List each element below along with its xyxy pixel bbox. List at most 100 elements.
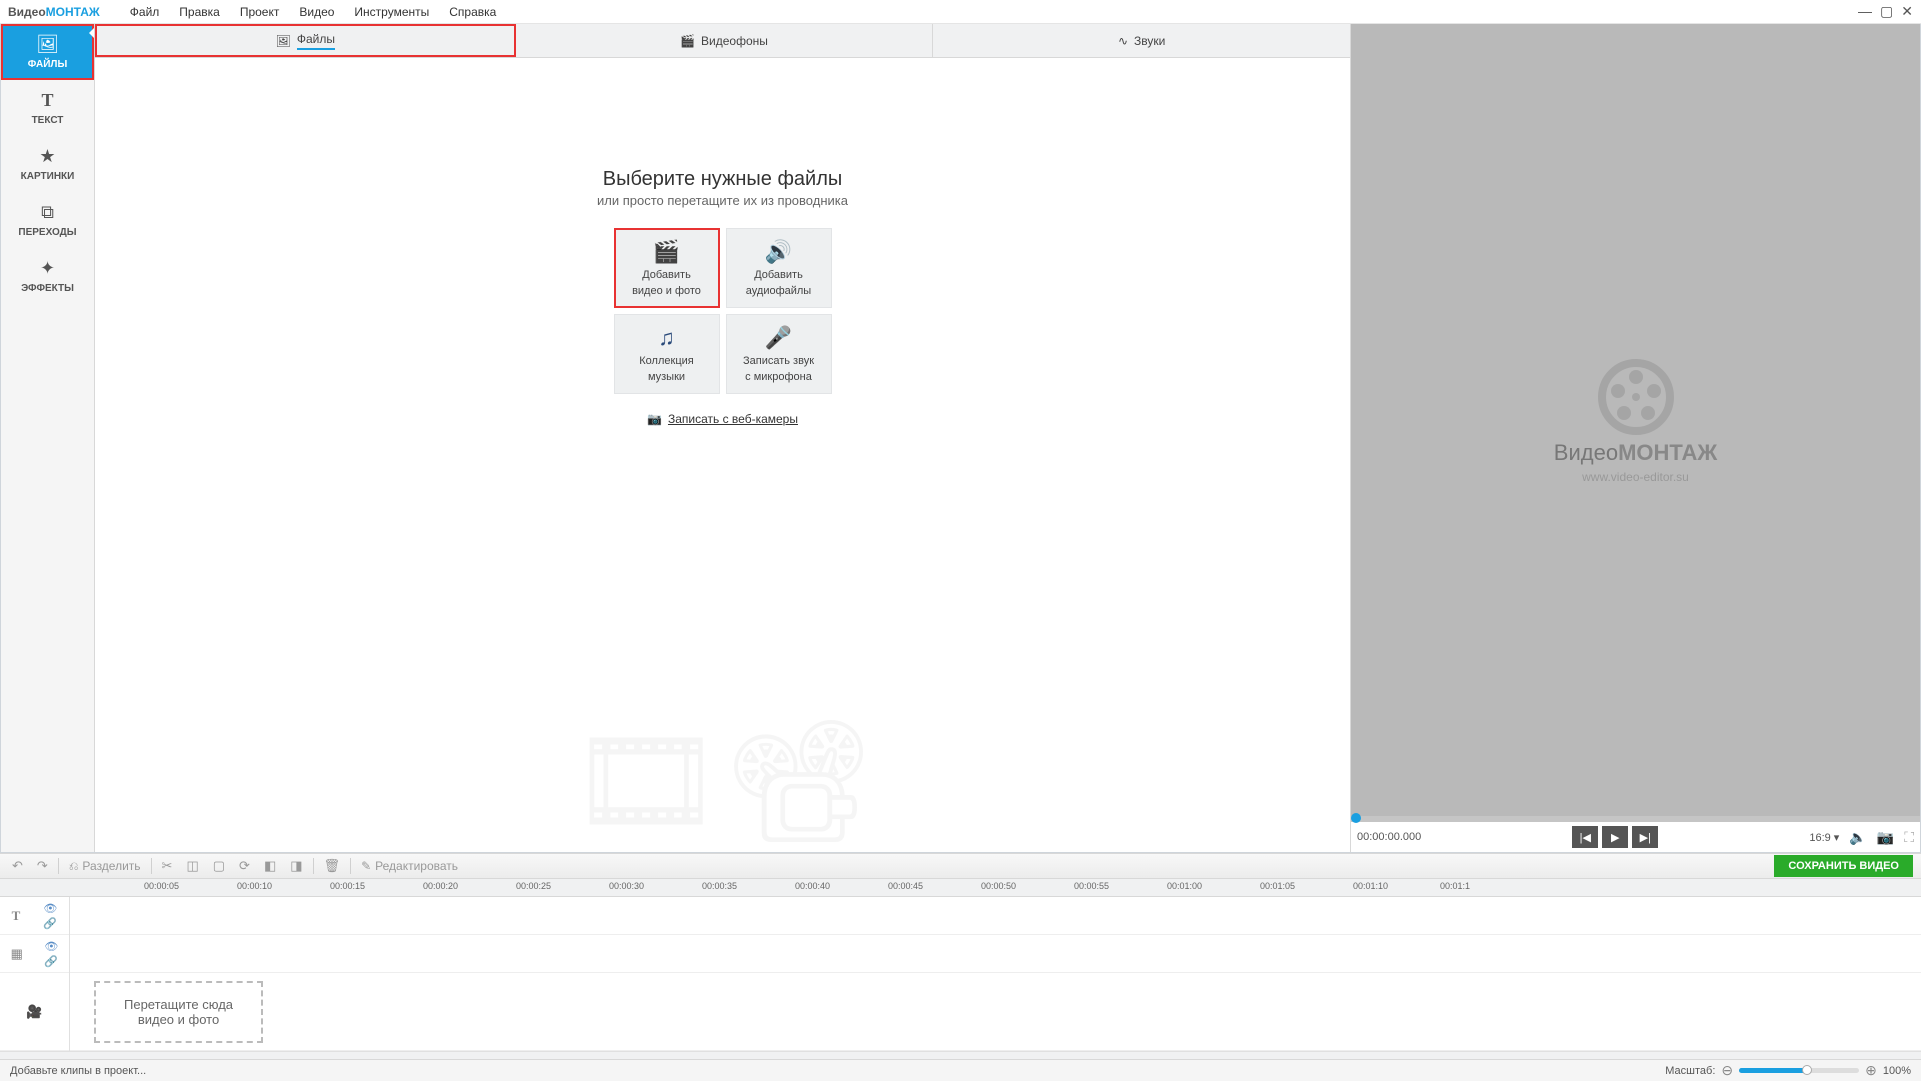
- effects-icon: ✦: [40, 258, 55, 279]
- sidebar-item-text[interactable]: T ТЕКСТ: [1, 80, 94, 136]
- top-tabs: 🖼 Файлы 🎬 Видеофоны ∿ Звуки: [95, 24, 1350, 58]
- video-track-icon: 🎥: [26, 1004, 42, 1020]
- tab-files[interactable]: 🖼 Файлы: [95, 24, 516, 57]
- timeline-toolbar: ↶ ↷ ⎌ Разделить ✂ ◫ ▢ ⟳ ◧ ◨ 🗑 ✎ Редактир…: [0, 853, 1921, 879]
- fullscreen-icon[interactable]: ⛶: [1904, 829, 1914, 846]
- sidebar-item-effects[interactable]: ✦ ЭФФЕКТЫ: [1, 248, 94, 304]
- rotate-button[interactable]: ⟳: [235, 858, 254, 874]
- status-bar: Добавьте клипы в проект... Масштаб: ⊖ ⊕ …: [0, 1059, 1921, 1081]
- redo-button[interactable]: ↷: [33, 858, 52, 874]
- split-icon: ⎌: [69, 859, 79, 874]
- sidebar-item-transitions[interactable]: ⧉ ПЕРЕХОДЫ: [1, 192, 94, 248]
- left-sidebar: 🖼 ФАЙЛЫ T ТЕКСТ ★ КАРТИНКИ ⧉ ПЕРЕХОДЫ ✦ …: [1, 24, 95, 852]
- close-icon[interactable]: ✕: [1901, 3, 1913, 20]
- link-icon[interactable]: 🔗: [44, 955, 58, 968]
- prev-frame-button[interactable]: |◀: [1572, 826, 1598, 848]
- zoom-out-button[interactable]: ⊖: [1721, 1062, 1733, 1079]
- sidebar-item-images[interactable]: ★ КАРТИНКИ: [1, 136, 94, 192]
- sidebar-label: КАРТИНКИ: [21, 171, 75, 182]
- edit-button[interactable]: ✎ Редактировать: [357, 859, 462, 873]
- timeline-tracks: T 👁 🔗 ▦ 👁 🔗 🎥 Перетащите сюда видео и фото: [0, 897, 1921, 1051]
- track-video[interactable]: Перетащите сюда видео и фото: [70, 973, 1921, 1051]
- status-hint: Добавьте клипы в проект...: [10, 1065, 146, 1077]
- volume-icon[interactable]: 🔈: [1849, 829, 1866, 846]
- zoom-slider[interactable]: [1739, 1068, 1859, 1073]
- transition-icon: ⧉: [41, 202, 54, 223]
- video-icon: 🎬: [680, 34, 695, 48]
- clapper-icon: 🎬: [653, 239, 680, 265]
- app-logo: ВидеоМОНТАЖ: [8, 5, 100, 19]
- image-icon: 🖼: [36, 34, 59, 55]
- sound-icon: ∿: [1118, 34, 1128, 48]
- zoom-label: Масштаб:: [1665, 1065, 1715, 1077]
- play-button[interactable]: ▶: [1602, 826, 1628, 848]
- record-mic-button[interactable]: 🎤 Записать звук с микрофона: [726, 314, 832, 394]
- drop-area: Выберите нужные файлы или просто перетащ…: [95, 58, 1350, 852]
- tab-label: Видеофоны: [701, 34, 768, 48]
- menu-tools[interactable]: Инструменты: [344, 5, 439, 19]
- seek-handle[interactable]: [1351, 813, 1361, 823]
- sidebar-label: ПЕРЕХОДЫ: [18, 227, 76, 238]
- mic-icon: 🎤: [765, 325, 792, 351]
- text-track-icon: T: [12, 908, 21, 924]
- aspect-ratio-select[interactable]: 16:9 ▾: [1809, 831, 1839, 844]
- track-overlay[interactable]: [70, 935, 1921, 973]
- minimize-icon[interactable]: —: [1858, 3, 1872, 20]
- tab-videofons[interactable]: 🎬 Видеофоны: [516, 24, 934, 57]
- track-head-text[interactable]: T 👁 🔗: [0, 897, 69, 935]
- snapshot-icon[interactable]: 📷: [1877, 829, 1894, 846]
- audiofile-icon: 🔊: [765, 239, 792, 265]
- stop-button[interactable]: ▢: [209, 858, 229, 874]
- split-button[interactable]: ⎌ Разделить: [65, 859, 145, 874]
- star-icon: ★: [39, 146, 55, 167]
- track-footer: [0, 1051, 1921, 1059]
- link-icon[interactable]: 🔗: [43, 917, 57, 930]
- sidebar-label: ЭФФЕКТЫ: [21, 283, 74, 294]
- track-head-video[interactable]: 🎥: [0, 973, 69, 1051]
- music-collection-button[interactable]: ♫ Коллекция музыки: [614, 314, 720, 394]
- delete-button[interactable]: 🗑: [320, 858, 345, 874]
- menu-file[interactable]: Файл: [120, 5, 170, 19]
- next-frame-button[interactable]: ▶|: [1632, 826, 1658, 848]
- sidebar-label: ФАЙЛЫ: [28, 59, 68, 70]
- timeline-dropzone[interactable]: Перетащите сюда видео и фото: [94, 981, 263, 1043]
- track-text[interactable]: [70, 897, 1921, 935]
- eye-icon[interactable]: 👁: [43, 902, 57, 915]
- menu-help[interactable]: Справка: [439, 5, 506, 19]
- sidebar-item-files[interactable]: 🖼 ФАЙЛЫ: [1, 24, 94, 80]
- save-video-button[interactable]: СОХРАНИТЬ ВИДЕО: [1774, 855, 1913, 877]
- menu-bar: ВидеоМОНТАЖ Файл Правка Проект Видео Инс…: [0, 0, 1921, 24]
- music-icon: ♫: [658, 325, 675, 351]
- menu-project[interactable]: Проект: [230, 5, 290, 19]
- preview-url: www.video-editor.su: [1554, 470, 1717, 484]
- add-audio-button[interactable]: 🔊 Добавить аудиофайлы: [726, 228, 832, 308]
- record-webcam-link[interactable]: Записать с веб-камеры: [668, 412, 798, 426]
- drop-subtitle: или просто перетащите их из проводника: [597, 193, 848, 208]
- timecode: 00:00:00.000: [1357, 831, 1421, 843]
- tab-label: Файлы: [297, 32, 335, 50]
- tab-sounds[interactable]: ∿ Звуки: [933, 24, 1350, 57]
- tool1-button[interactable]: ◧: [260, 858, 280, 874]
- tool2-button[interactable]: ◨: [286, 858, 306, 874]
- picture-icon: 🖼: [276, 34, 291, 48]
- maximize-icon[interactable]: ▢: [1880, 3, 1893, 20]
- eye-icon[interactable]: 👁: [44, 940, 58, 953]
- tab-label: Звуки: [1134, 34, 1165, 48]
- drop-title: Выберите нужные файлы: [603, 168, 843, 191]
- zoom-handle[interactable]: [1802, 1065, 1812, 1075]
- webcam-icon: 📷: [647, 412, 662, 426]
- overlay-track-icon: ▦: [11, 946, 23, 962]
- zoom-in-button[interactable]: ⊕: [1865, 1062, 1877, 1079]
- decorative-bg: 🎞📽: [570, 712, 875, 852]
- undo-button[interactable]: ↶: [8, 858, 27, 874]
- menu-edit[interactable]: Правка: [169, 5, 230, 19]
- cut-button[interactable]: ✂: [158, 858, 177, 874]
- preview-panel: ВидеоМОНТАЖ www.video-editor.su 00:00:00…: [1350, 24, 1920, 852]
- timeline-ruler[interactable]: 00:00:05 00:00:10 00:00:15 00:00:20 00:0…: [0, 879, 1921, 897]
- menu-video[interactable]: Видео: [289, 5, 344, 19]
- track-head-overlay[interactable]: ▦ 👁 🔗: [0, 935, 69, 973]
- preview-canvas: ВидеоМОНТАЖ www.video-editor.su: [1351, 24, 1920, 816]
- preview-seek-slider[interactable]: [1351, 816, 1920, 822]
- crop-button[interactable]: ◫: [182, 858, 202, 874]
- add-video-photo-button[interactable]: 🎬 Добавить видео и фото: [614, 228, 720, 308]
